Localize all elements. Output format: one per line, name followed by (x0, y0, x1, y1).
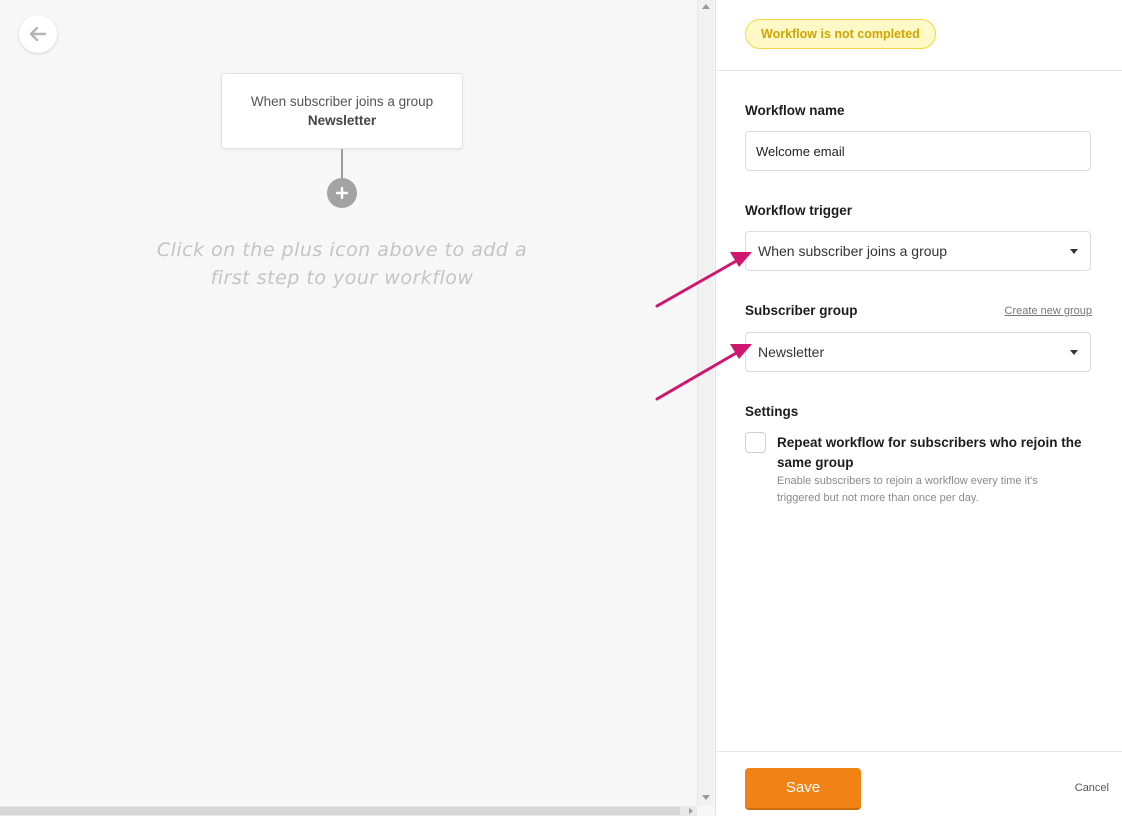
repeat-workflow-description: Enable subscribers to rejoin a workflow … (777, 475, 1038, 504)
vertical-scrollbar[interactable] (697, 0, 714, 806)
repeat-workflow-title: Repeat workflow for subscribers who rejo… (777, 435, 1082, 470)
panel-header: Workflow is not completed (716, 0, 1122, 71)
subscriber-group-select[interactable]: Newsletter (745, 332, 1091, 372)
scroll-up-icon[interactable] (702, 4, 710, 9)
settings-label: Settings (745, 404, 799, 419)
workflow-name-label: Workflow name (745, 103, 845, 118)
scrollbar-thumb[interactable] (0, 807, 680, 815)
panel-footer: Save Cancel (716, 751, 1122, 816)
caret-down-icon (1070, 349, 1078, 355)
create-new-group-link[interactable]: Create new group (1005, 305, 1092, 317)
scroll-right-icon[interactable] (689, 808, 693, 814)
repeat-workflow-checkbox[interactable] (745, 432, 766, 453)
trigger-card-title: When subscriber joins a group (250, 94, 434, 109)
workflow-trigger-label: Workflow trigger (745, 203, 853, 218)
subscriber-group-label: Subscriber group (745, 303, 858, 318)
connector-line (341, 149, 343, 179)
empty-workflow-hint: Click on the plus icon above to add a fi… (156, 239, 528, 289)
workflow-settings-panel: Workflow is not completed Workflow name … (715, 0, 1122, 816)
status-badge: Workflow is not completed (745, 19, 936, 49)
scroll-down-icon[interactable] (702, 795, 710, 800)
workflow-trigger-select[interactable]: When subscriber joins a group (745, 231, 1091, 271)
caret-down-icon (1070, 248, 1078, 254)
plus-icon (336, 187, 348, 199)
save-button[interactable]: Save (745, 768, 861, 808)
add-step-button[interactable] (327, 178, 357, 208)
arrow-left-icon (30, 27, 46, 41)
cancel-link[interactable]: Cancel (1075, 782, 1109, 794)
workflow-trigger-value: When subscriber joins a group (758, 243, 948, 259)
back-button[interactable] (19, 15, 57, 53)
workflow-name-input[interactable] (745, 131, 1091, 171)
subscriber-group-value: Newsletter (758, 344, 825, 360)
workflow-canvas: When subscriber joins a group Newsletter… (0, 0, 697, 806)
trigger-card-group: Newsletter (307, 113, 377, 128)
trigger-card[interactable]: When subscriber joins a group Newsletter (221, 73, 463, 149)
horizontal-scrollbar[interactable] (0, 806, 697, 816)
